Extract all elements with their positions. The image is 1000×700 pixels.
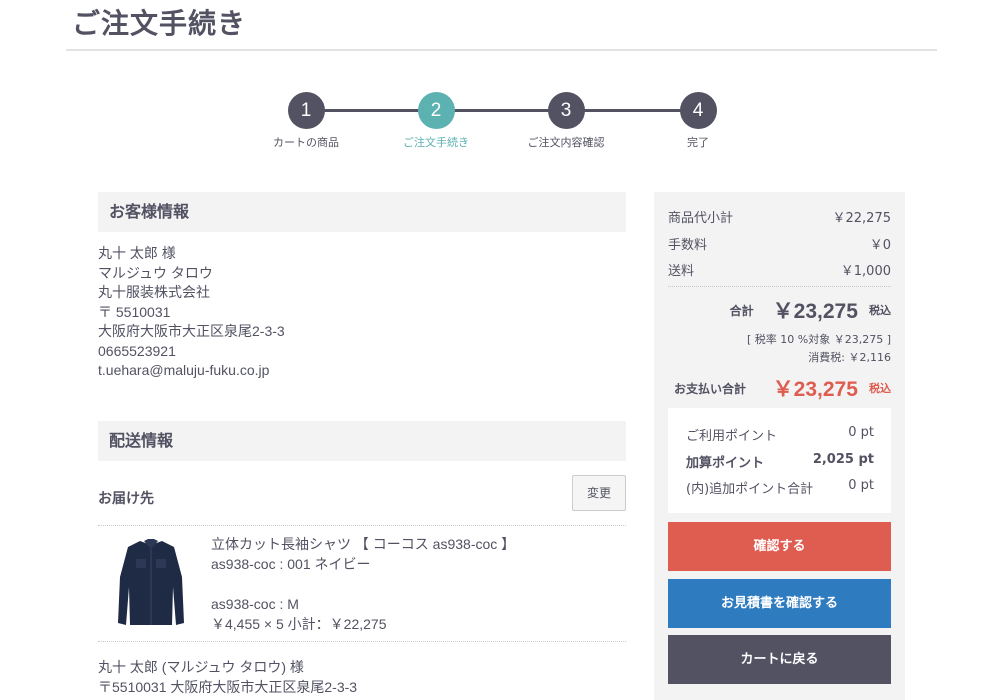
- fee-value: ￥0: [869, 238, 891, 253]
- subtotal-value: ￥22,275: [832, 211, 892, 226]
- customer-info: 丸十 太郎 様 マルジュウ タロウ 丸十服装株式会社 〒 5510031 大阪府…: [98, 244, 285, 381]
- delivery-destination-label: お届け先: [98, 491, 154, 507]
- used-points-label: ご利用ポイント: [686, 429, 778, 444]
- shipping-fee-value: ￥1,000: [840, 264, 891, 279]
- product-name: 立体カット長袖シャツ 【 コーコス as938-coc 】: [211, 536, 516, 552]
- extra-points-row: (内)追加ポイント合計 0 pt: [686, 478, 874, 497]
- total-label: 合計: [729, 303, 754, 318]
- step-confirm: 3 ご注文内容確認: [516, 92, 616, 150]
- shipping-fee-row: 送料 ￥1,000: [668, 260, 891, 279]
- recipient-address: 〒5510031 大阪府大阪市大正区泉尾2-3-3: [98, 679, 358, 695]
- fee-label: 手数料: [668, 238, 708, 253]
- extra-points-value: 0 pt: [848, 478, 874, 493]
- total-tax-included: 税込: [869, 304, 891, 317]
- step-label: カートの商品: [273, 136, 339, 149]
- points-box: ご利用ポイント 0 pt 加算ポイント 2,025 pt (内)追加ポイント合計…: [668, 408, 891, 513]
- used-points-value: 0 pt: [848, 425, 874, 440]
- shipping-fee-label: 送料: [668, 264, 695, 279]
- subtotal-label: 商品代小計: [668, 211, 734, 226]
- fee-row: 手数料 ￥0: [668, 234, 891, 253]
- order-steps: 1 カートの商品 2 ご注文手続き 3 ご注文内容確認 4 完了: [250, 92, 760, 152]
- product-color: as938-coc : 001 ネイビー: [211, 556, 371, 572]
- subtotal-row: 商品代小計 ￥22,275: [668, 207, 891, 226]
- step-number: 3: [547, 92, 585, 129]
- customer-kana: マルジュウ タロウ: [98, 264, 213, 281]
- step-number: 4: [679, 92, 717, 129]
- added-points-label: 加算ポイント: [686, 456, 765, 471]
- recipient-info: 丸十 太郎 (マルジュウ タロウ) 様 〒5510031 大阪府大阪市大正区泉尾…: [98, 657, 357, 697]
- step-label: ご注文手続き: [403, 136, 469, 149]
- customer-company: 丸十服装株式会社: [98, 284, 210, 300]
- product-info: 立体カット長袖シャツ 【 コーコス as938-coc 】 as938-coc …: [211, 534, 515, 634]
- extra-points-label: (内)追加ポイント合計: [686, 482, 814, 497]
- customer-address: 大阪府大阪市大正区泉尾2-3-3: [98, 323, 285, 339]
- customer-phone: 0665523921: [98, 342, 176, 359]
- page-title: ご注文手続き: [72, 7, 247, 40]
- step-complete: 4 完了: [648, 92, 748, 150]
- step-number: 1: [287, 92, 325, 129]
- confirm-button[interactable]: 確認する: [668, 522, 891, 571]
- step-checkout: 2 ご注文手続き: [386, 92, 486, 150]
- added-points-value: 2,025 pt: [812, 452, 874, 467]
- title-divider: [66, 49, 937, 51]
- view-estimate-button[interactable]: お見積書を確認する: [668, 579, 891, 628]
- step-label: ご注文内容確認: [527, 136, 605, 149]
- total-value: ￥23,275: [772, 300, 858, 323]
- product-price: ￥4,455 × 5 小計：￥22,275: [211, 616, 387, 632]
- divider: [98, 525, 626, 526]
- shipping-info-heading: 配送情報: [98, 421, 626, 461]
- product-image-shirt: [118, 539, 184, 625]
- steps-connector-line: [306, 109, 698, 112]
- tax-rate-line: [ 税率 10 %対象 ￥23,275 ]: [746, 333, 891, 346]
- step-number: 2: [417, 92, 455, 129]
- total-row: 合計 ￥23,275 税込: [730, 295, 891, 325]
- payment-total-value: ￥23,275: [772, 378, 858, 401]
- customer-zip: 〒 5510031: [98, 303, 171, 320]
- payment-total-label: お支払い合計: [674, 382, 747, 396]
- customer-name: 丸十 太郎 様: [98, 245, 176, 261]
- used-points-row: ご利用ポイント 0 pt: [686, 425, 874, 444]
- divider: [98, 641, 626, 642]
- step-cart: 1 カートの商品: [256, 92, 356, 150]
- back-to-cart-button[interactable]: カートに戻る: [668, 635, 891, 684]
- tax-amount-line: 消費税: ￥2,116: [808, 351, 891, 364]
- added-points-row: 加算ポイント 2,025 pt: [686, 452, 874, 471]
- customer-email: t.uehara@maluju-fuku.co.jp: [98, 362, 270, 378]
- product-size: as938-coc : M: [211, 596, 299, 612]
- customer-info-heading: お客様情報: [98, 192, 626, 232]
- change-button[interactable]: 変更: [572, 475, 626, 511]
- recipient-name: 丸十 太郎 (マルジュウ タロウ) 様: [98, 659, 304, 675]
- step-label: 完了: [687, 136, 709, 149]
- divider: [668, 286, 891, 287]
- payment-tax-included: 税込: [869, 382, 891, 395]
